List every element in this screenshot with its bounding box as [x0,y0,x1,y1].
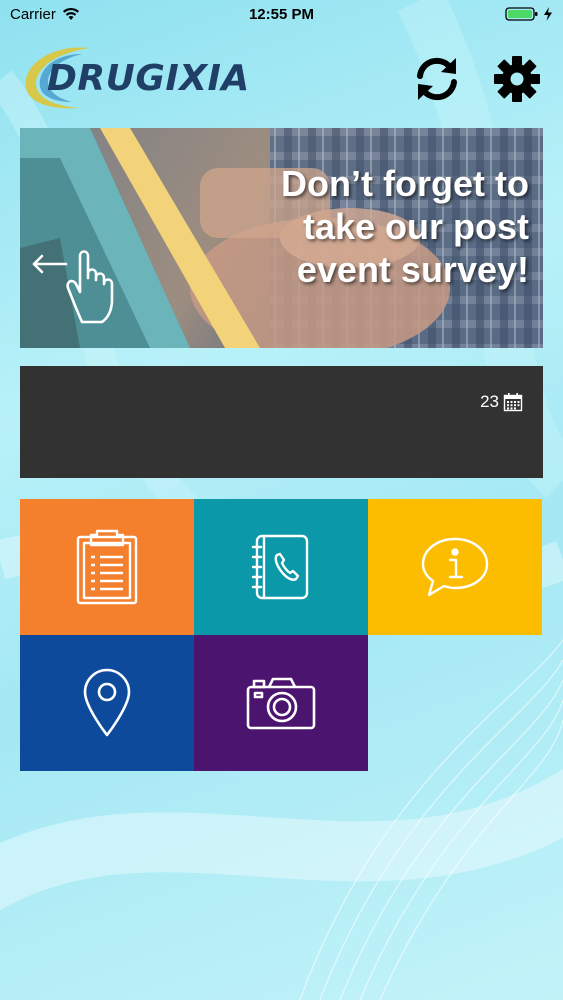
map-pin-icon [83,668,131,737]
tile-info[interactable] [368,499,542,635]
event-bar[interactable]: 23 [20,366,543,478]
refresh-icon [417,57,457,101]
event-date[interactable]: 23 [480,392,523,412]
app-header: DRUGIXIA [0,40,563,120]
carrier-label: Carrier [10,5,56,23]
status-bar: Carrier 12:55 PM [0,0,563,28]
gear-icon [494,56,540,102]
phone-book-icon [251,534,309,600]
promo-banner[interactable]: Don’t forget to take our post event surv… [20,128,543,348]
banner-message: Don’t forget to take our post event surv… [281,163,529,291]
battery-icon [505,7,538,21]
tile-contacts[interactable] [194,499,368,635]
clipboard-icon [76,529,138,605]
tile-survey[interactable] [20,499,194,635]
tile-gallery[interactable] [194,635,368,771]
calendar-icon [503,393,523,412]
status-time: 12:55 PM [248,5,315,23]
tile-location[interactable] [20,635,194,771]
camera-icon [246,677,316,730]
logo-text: DRUGIXIA [47,58,250,99]
event-date-number: 23 [480,392,499,411]
app-logo[interactable]: DRUGIXIA [20,44,270,112]
wifi-icon [62,7,79,20]
settings-button[interactable] [490,52,544,106]
info-bubble-icon [421,537,489,597]
refresh-button[interactable] [410,52,464,106]
charging-icon [544,7,552,21]
